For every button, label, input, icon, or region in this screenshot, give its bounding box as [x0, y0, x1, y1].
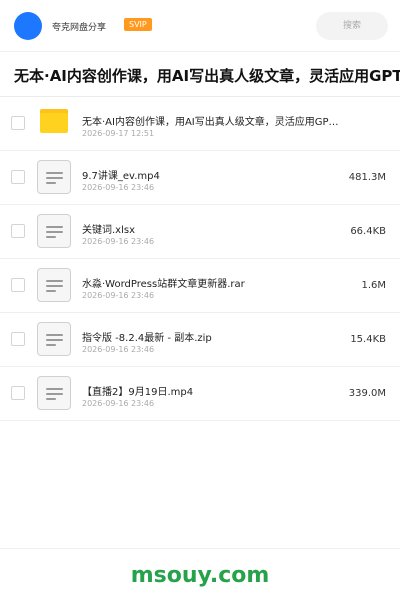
file-name: 9.7讲课_ev.mp4: [82, 171, 160, 182]
file-list: 无本·AI内容创作课，用AI写出真人级文章，灵活应用GPT， 2026-09-1…: [0, 97, 400, 421]
select-checkbox[interactable]: [11, 332, 25, 346]
document-icon: [37, 376, 71, 410]
file-name: 【直播2】9月19日.mp4: [82, 387, 194, 398]
list-item[interactable]: 指令版 -8.2.4最新 - 副本.zip 2026-09-16 23:46 1…: [0, 313, 400, 367]
select-checkbox[interactable]: [11, 224, 25, 238]
folder-icon: [40, 109, 68, 133]
watermark: msouy.com: [130, 563, 270, 588]
search-button[interactable]: 搜索: [316, 12, 388, 40]
document-icon: [37, 214, 71, 248]
document-icon: [37, 322, 71, 356]
select-checkbox[interactable]: [11, 278, 25, 292]
file-date: 2026-09-16 23:46: [82, 291, 155, 300]
svip-badge: SVIP: [124, 18, 152, 31]
footer: msouy.com: [0, 548, 400, 600]
file-name: 水淼·WordPress站群文章更新器.rar: [82, 279, 245, 290]
document-icon: [37, 160, 71, 194]
list-item[interactable]: 关键词.xlsx 2026-09-16 23:46 66.4KB: [0, 205, 400, 259]
file-size: 339.0M: [348, 388, 386, 399]
file-date: 2026-09-16 23:46: [82, 345, 155, 354]
list-item[interactable]: 水淼·WordPress站群文章更新器.rar 2026-09-16 23:46…: [0, 259, 400, 313]
header: 夸克网盘分享 SVIP 搜索: [0, 0, 400, 52]
list-item[interactable]: 无本·AI内容创作课，用AI写出真人级文章，灵活应用GPT， 2026-09-1…: [0, 97, 400, 151]
title-bar: 无本·AI内容创作课，用AI写出真人级文章，灵活应用GPT，: [0, 53, 400, 97]
select-checkbox[interactable]: [11, 386, 25, 400]
file-size: 1.6M: [361, 280, 386, 291]
file-date: 2026-09-16 23:46: [82, 183, 155, 192]
file-size: 66.4KB: [350, 226, 386, 237]
file-name: 关键词.xlsx: [82, 225, 136, 236]
avatar[interactable]: [14, 12, 42, 40]
file-date: 2026-09-16 23:46: [82, 237, 155, 246]
file-date: 2026-09-16 23:46: [82, 399, 155, 408]
list-item[interactable]: 【直播2】9月19日.mp4 2026-09-16 23:46 339.0M: [0, 367, 400, 421]
file-size: 481.3M: [348, 172, 386, 183]
file-name: 指令版 -8.2.4最新 - 副本.zip: [82, 333, 212, 344]
select-checkbox[interactable]: [11, 116, 25, 130]
document-icon: [37, 268, 71, 302]
select-checkbox[interactable]: [11, 170, 25, 184]
page-title: 无本·AI内容创作课，用AI写出真人级文章，灵活应用GPT，: [14, 67, 400, 85]
username: 夸克网盘分享: [52, 23, 107, 33]
list-item[interactable]: 9.7讲课_ev.mp4 2026-09-16 23:46 481.3M: [0, 151, 400, 205]
file-name: 无本·AI内容创作课，用AI写出真人级文章，灵活应用GPT，: [82, 117, 344, 128]
file-size: 15.4KB: [350, 334, 386, 345]
file-date: 2026-09-17 12:51: [82, 129, 155, 138]
